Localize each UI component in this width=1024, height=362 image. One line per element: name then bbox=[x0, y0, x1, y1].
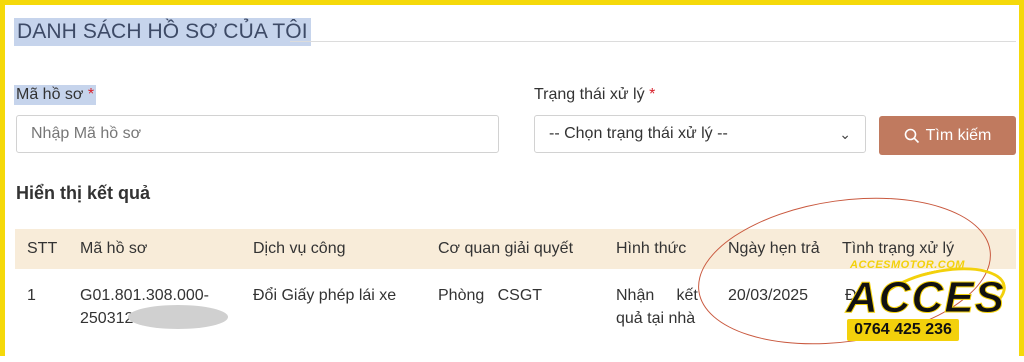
status-select[interactable]: -- Chọn trạng thái xử lý -- ⌄ bbox=[534, 115, 866, 153]
code-field-label: Mã hồ sơ * bbox=[14, 85, 97, 105]
chevron-down-icon: ⌄ bbox=[839, 125, 851, 142]
title-divider bbox=[290, 41, 1016, 42]
watermark-logo: ACCESMOTOR.COM ACCES 0764 425 236 bbox=[842, 256, 1020, 346]
column-header-service: Dịch vụ công bbox=[253, 240, 346, 257]
cell-method-line2: quả tại nhà bbox=[616, 310, 696, 327]
redaction-blur bbox=[128, 305, 228, 329]
status-select-value: -- Chọn trạng thái xử lý -- bbox=[549, 125, 728, 142]
code-search-input[interactable] bbox=[16, 115, 499, 153]
cell-service: Đổi Giấy phép lái xe bbox=[253, 287, 397, 304]
cell-method: Nhận kết quả tại nhà bbox=[616, 284, 698, 330]
cell-code-line1: G01.801.308.000- bbox=[80, 287, 209, 304]
required-marker: * bbox=[87, 86, 95, 103]
search-button-label: Tìm kiếm bbox=[925, 126, 992, 144]
cell-stt: 1 bbox=[27, 287, 36, 304]
cell-method-line1: Nhận kết bbox=[616, 287, 698, 304]
results-heading: Hiển thị kết quả bbox=[16, 183, 151, 203]
cell-agency: Phòng CSGT bbox=[438, 287, 543, 304]
column-header-code: Mã hồ sơ bbox=[80, 240, 148, 257]
column-header-stt: STT bbox=[27, 240, 58, 257]
search-icon bbox=[904, 128, 919, 143]
column-header-agency: Cơ quan giải quyết bbox=[438, 240, 574, 257]
logo-site: ACCESMOTOR.COM bbox=[850, 259, 965, 271]
code-label-text: Mã hồ sơ bbox=[16, 86, 84, 103]
required-marker: * bbox=[649, 86, 656, 103]
logo-phone: 0764 425 236 bbox=[847, 319, 959, 341]
column-header-method: Hình thức bbox=[616, 240, 687, 257]
page-title: DANH SÁCH HỒ SƠ CỦA TÔI bbox=[14, 18, 311, 46]
status-field-label: Trạng thái xử lý * bbox=[534, 86, 655, 104]
logo-brand: ACCES bbox=[845, 273, 1006, 323]
status-label-text: Trạng thái xử lý bbox=[534, 86, 645, 103]
search-button[interactable]: Tìm kiếm bbox=[879, 116, 1016, 155]
